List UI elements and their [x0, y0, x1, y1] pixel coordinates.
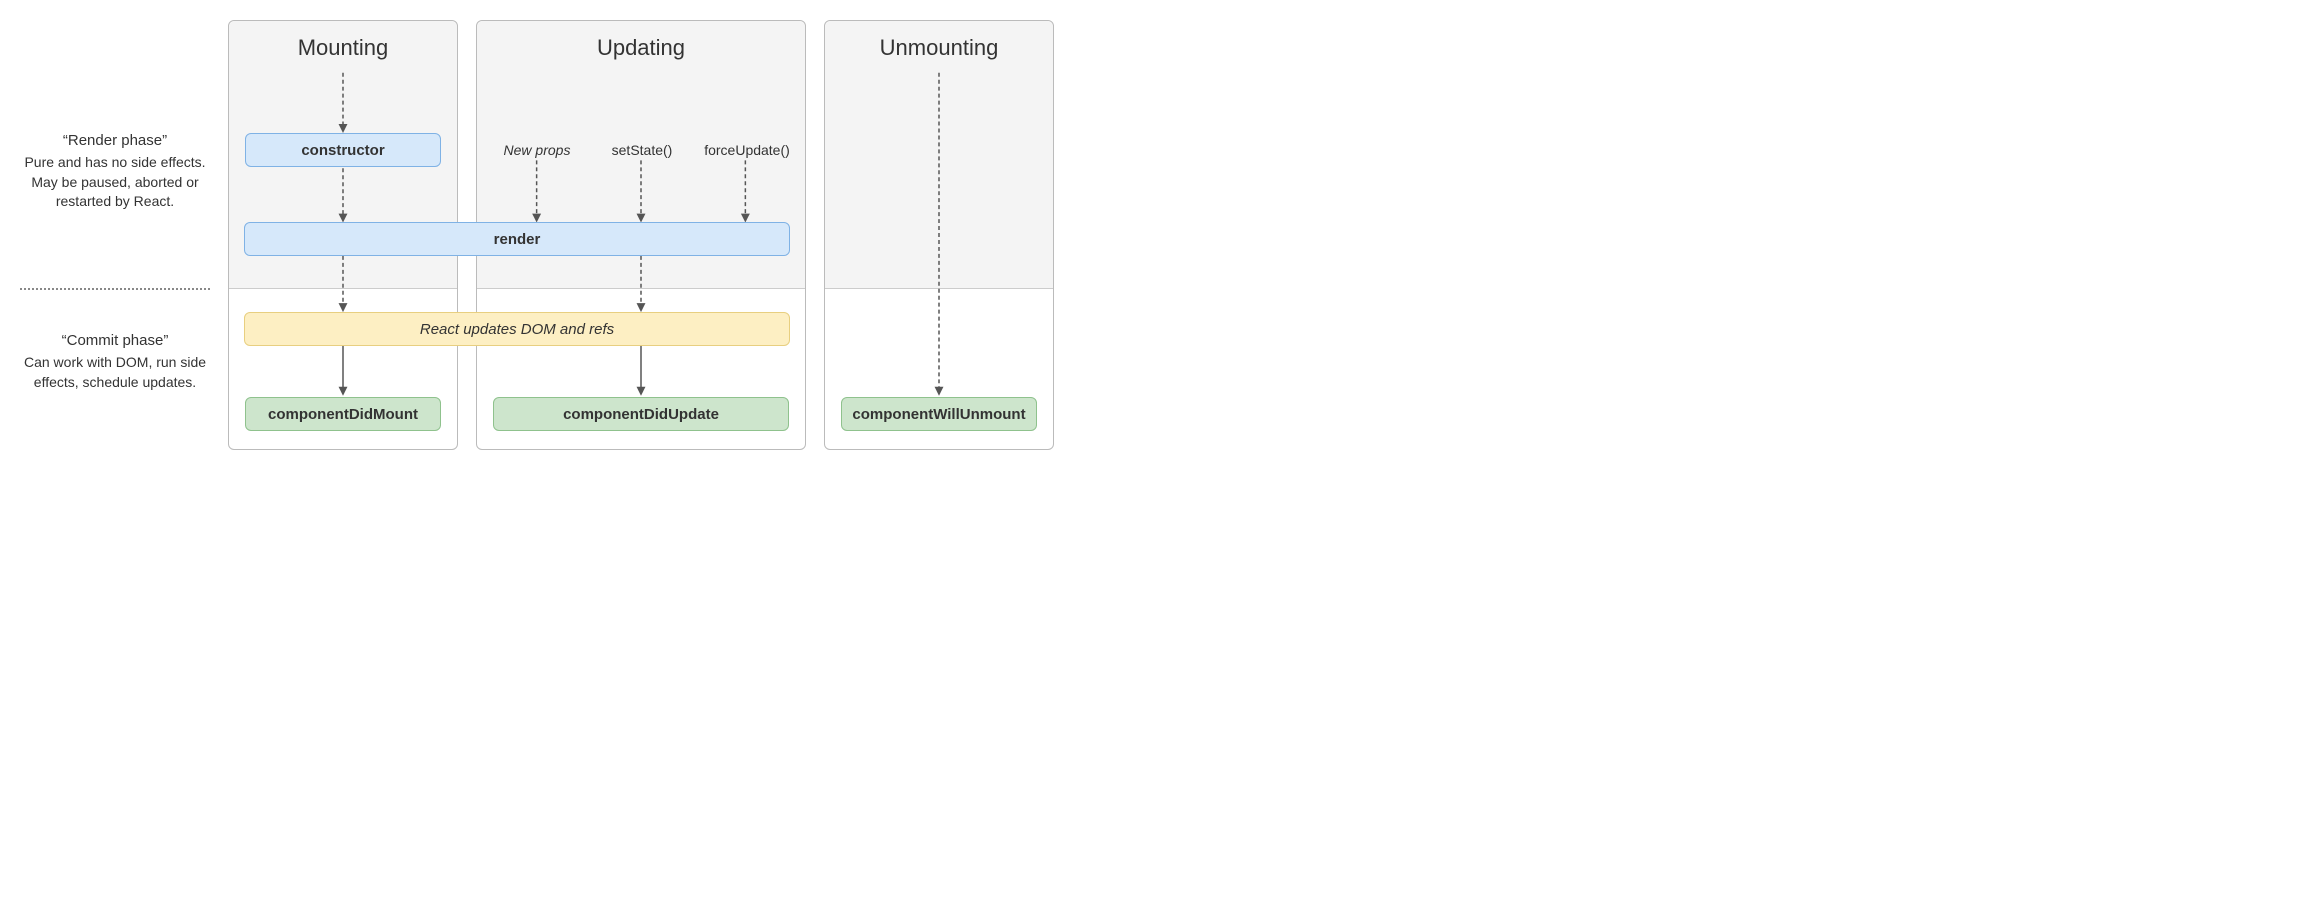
react-updates-node: React updates DOM and refs	[244, 312, 790, 346]
render-node[interactable]: render	[244, 222, 790, 256]
unmounting-title: Unmounting	[825, 35, 1053, 61]
constructor-node[interactable]: constructor	[245, 133, 441, 167]
mounting-title: Mounting	[229, 35, 457, 61]
updating-title: Updating	[477, 35, 805, 61]
phase-divider	[20, 288, 210, 290]
render-phase-title: “Render phase”	[20, 130, 210, 151]
phase-sidebar: “Render phase” Pure and has no side effe…	[20, 20, 210, 450]
column-unmounting: Unmounting componentWillUnmount	[824, 20, 1054, 450]
trigger-set-state: setState()	[612, 142, 673, 158]
trigger-force-update: forceUpdate()	[704, 142, 790, 158]
component-will-unmount-node[interactable]: componentWillUnmount	[841, 397, 1037, 431]
render-phase-desc: Pure and has no side effects. May be pau…	[20, 153, 210, 212]
component-did-update-node[interactable]: componentDidUpdate	[493, 397, 789, 431]
trigger-new-props: New props	[504, 142, 571, 158]
lifecycle-diagram: “Render phase” Pure and has no side effe…	[20, 20, 2294, 450]
commit-phase-title: “Commit phase”	[20, 330, 210, 351]
lifecycle-columns: Mounting constructor componentDidMount U…	[228, 20, 2294, 450]
component-did-mount-node[interactable]: componentDidMount	[245, 397, 441, 431]
render-phase-bg	[825, 21, 1053, 289]
commit-phase-desc: Can work with DOM, run side effects, sch…	[20, 353, 210, 392]
render-phase-label: “Render phase” Pure and has no side effe…	[20, 130, 210, 212]
commit-phase-label: “Commit phase” Can work with DOM, run si…	[20, 330, 210, 392]
